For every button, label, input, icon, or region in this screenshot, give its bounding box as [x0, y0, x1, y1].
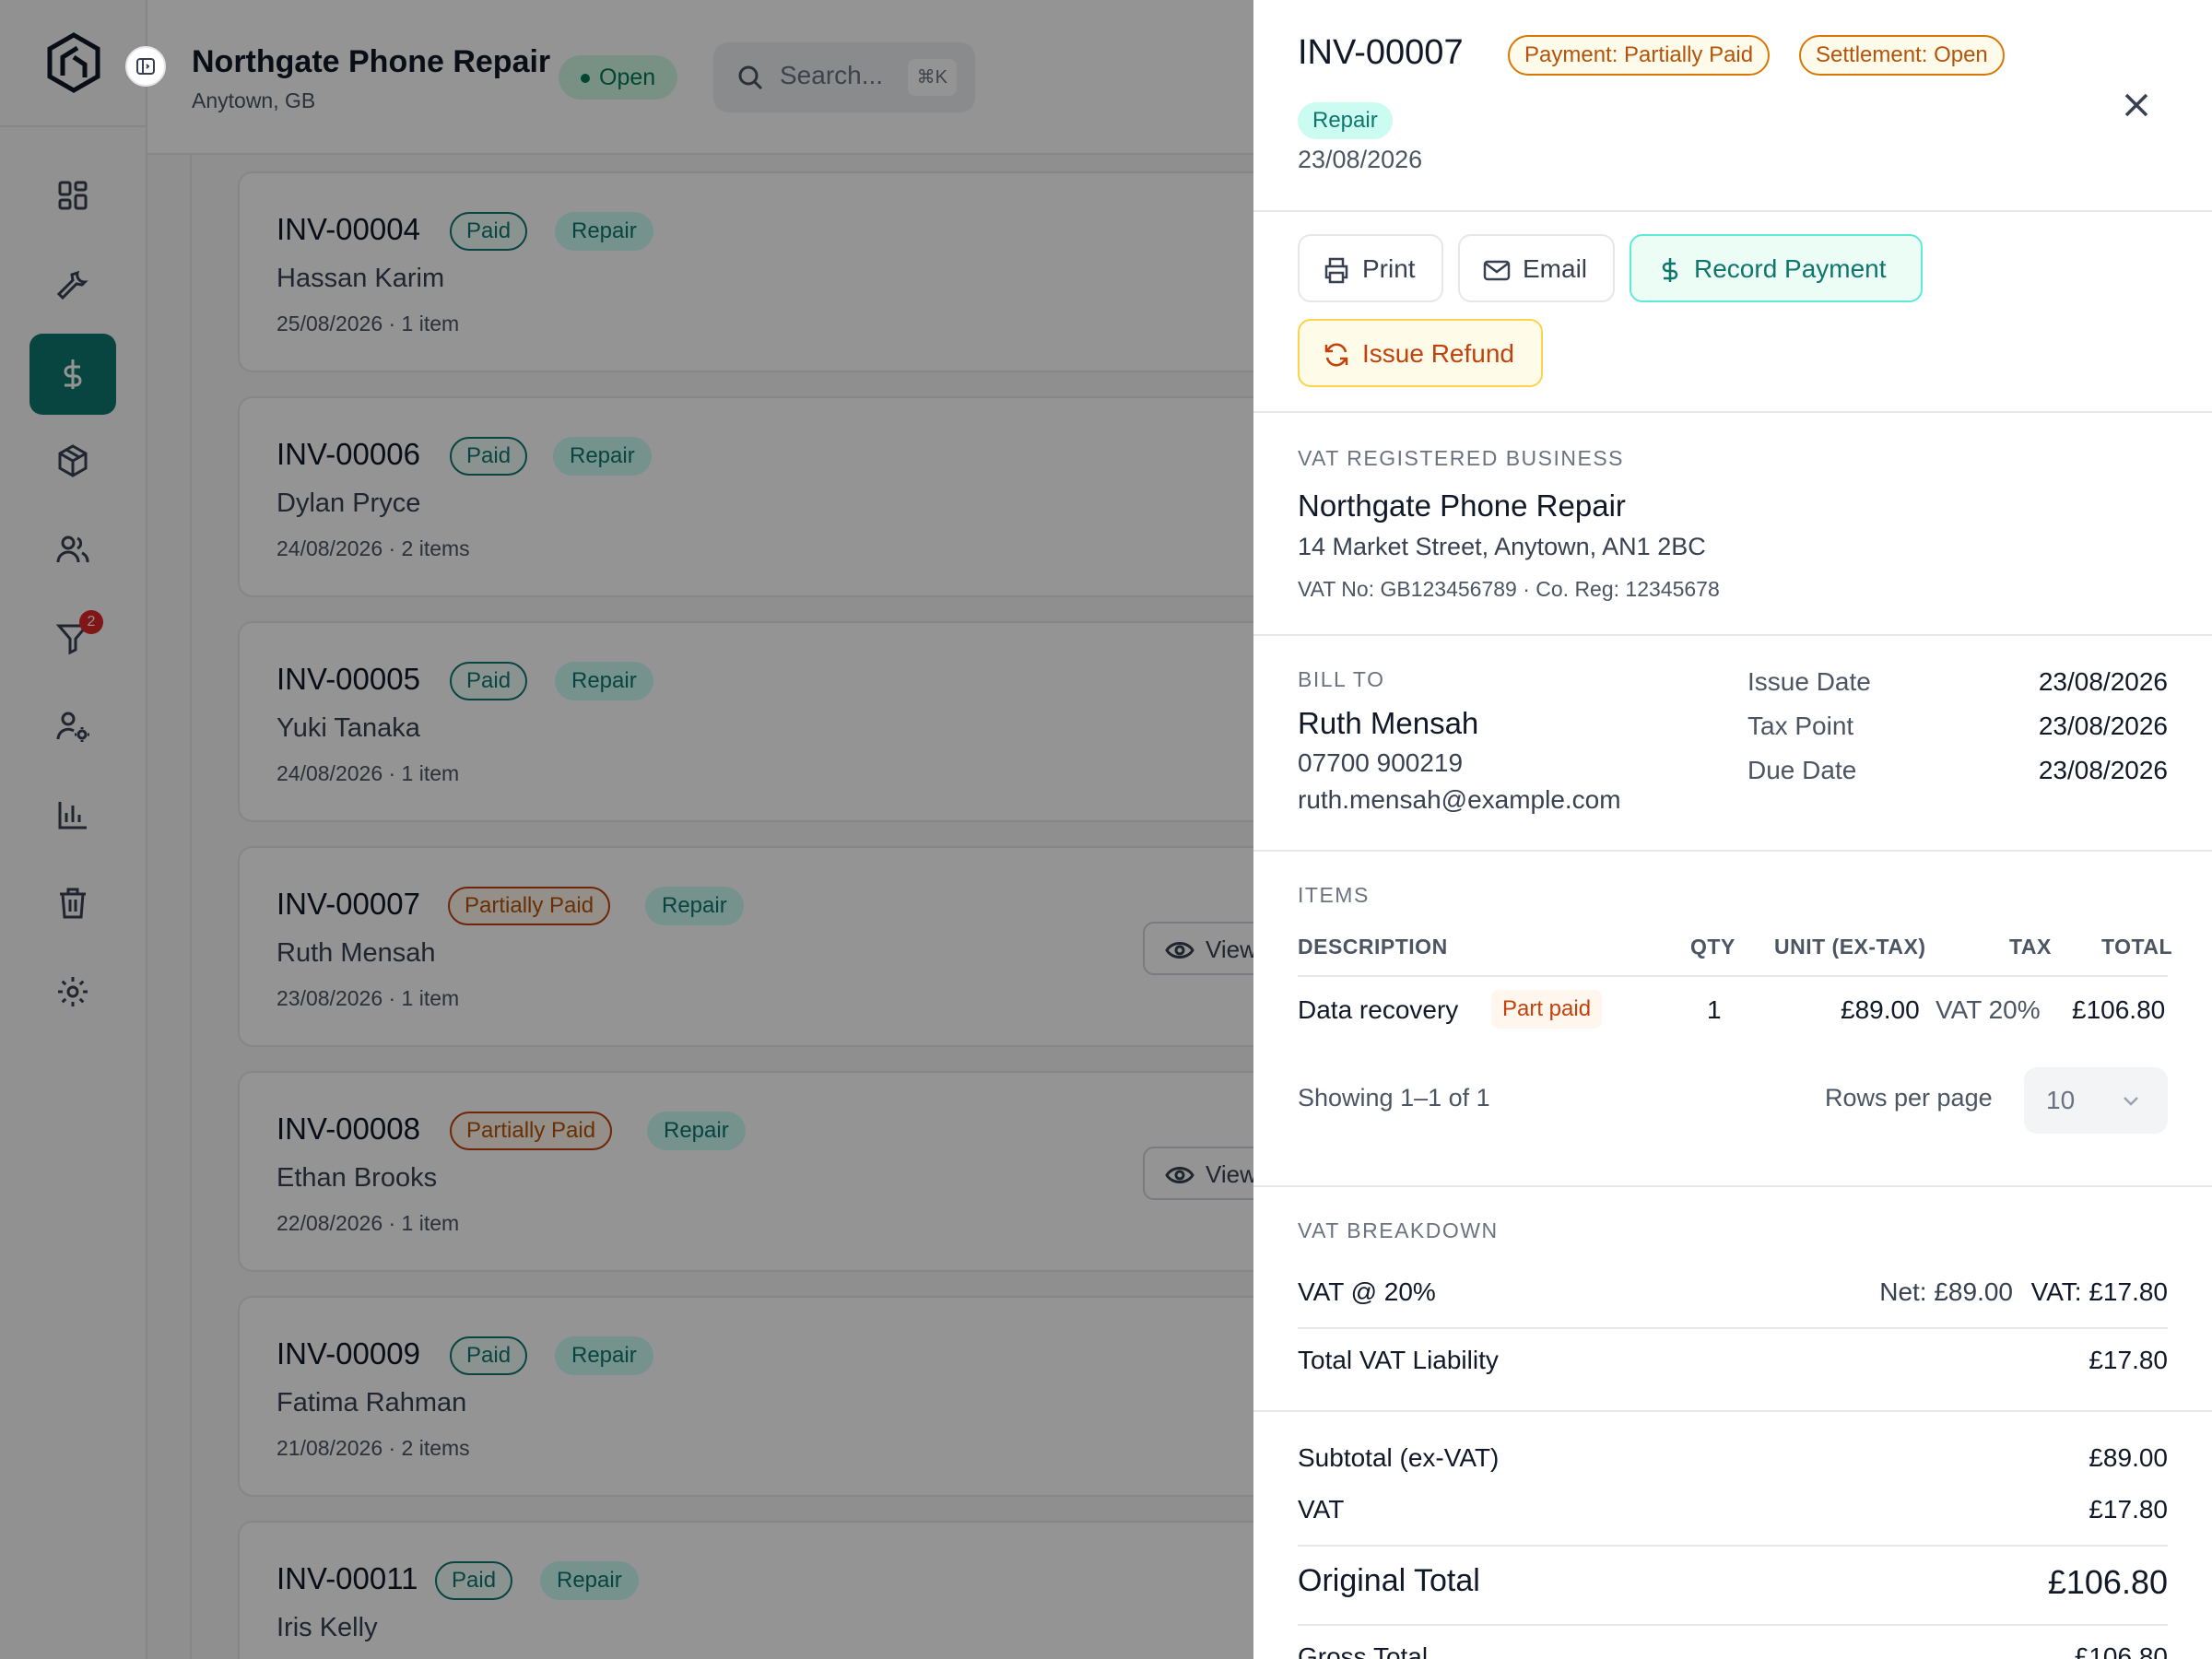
- divider: [1253, 634, 2212, 636]
- tax-point-label: Tax Point: [1747, 712, 1854, 740]
- chevron-down-icon: [2124, 1097, 2138, 1106]
- settlement-status-badge: Settlement: Open: [1799, 35, 2005, 76]
- business-section-label: VAT REGISTERED BUSINESS: [1298, 446, 1625, 470]
- mail-icon: [1483, 260, 1511, 281]
- divider: [1298, 1545, 2168, 1547]
- rows-per-page-select[interactable]: 10: [2024, 1067, 2168, 1134]
- dollar-icon: [1662, 258, 1678, 282]
- business-name: Northgate Phone Repair: [1298, 488, 1626, 523]
- issue-refund-label: Issue Refund: [1362, 339, 1514, 368]
- issue-date-label: Issue Date: [1747, 667, 1871, 696]
- divider: [1253, 850, 2212, 852]
- vat-net-amount: Net: £89.00: [1879, 1277, 2013, 1306]
- item-tax: VAT 20%: [1936, 995, 2041, 1024]
- invoice-title: INV-00007: [1298, 33, 1464, 72]
- vat-liability-value: £17.80: [2088, 1346, 2168, 1374]
- sidebar-collapse-button[interactable]: [125, 46, 166, 87]
- table-header-divider: [1298, 975, 2168, 977]
- vat-rate-label: VAT @ 20%: [1298, 1277, 1436, 1306]
- pagination-summary: Showing 1–1 of 1: [1298, 1084, 1490, 1112]
- subtotal-value: £89.00: [2088, 1443, 2168, 1472]
- payment-status-badge: Payment: Partially Paid: [1508, 35, 1771, 76]
- invoice-type-badge: Repair: [1298, 102, 1393, 139]
- invoice-detail-panel: INV-00007 Payment: Partially Paid Settle…: [1253, 0, 2212, 1659]
- column-header-qty: QTY: [1690, 935, 1735, 959]
- bill-to-label: BILL TO: [1298, 667, 1385, 691]
- vat-total-label: VAT: [1298, 1495, 1345, 1524]
- tax-point-value: 23/08/2026: [2038, 712, 2168, 740]
- issue-date-value: 23/08/2026: [2038, 667, 2168, 696]
- item-qty: 1: [1707, 995, 1722, 1024]
- vat-liability-label: Total VAT Liability: [1298, 1346, 1499, 1374]
- email-label: Email: [1523, 254, 1588, 283]
- record-payment-label: Record Payment: [1694, 254, 1887, 283]
- subtotal-label: Subtotal (ex-VAT): [1298, 1443, 1500, 1472]
- due-date-value: 23/08/2026: [2038, 756, 2168, 784]
- customer-email: ruth.mensah@example.com: [1298, 785, 1621, 814]
- vat-breakdown-label: VAT BREAKDOWN: [1298, 1218, 1499, 1242]
- close-icon[interactable]: [2118, 87, 2155, 124]
- business-address: 14 Market Street, Anytown, AN1 2BC: [1298, 533, 1706, 560]
- email-button[interactable]: Email: [1458, 234, 1615, 302]
- rows-per-page-label: Rows per page: [1825, 1084, 1993, 1112]
- item-unit-price: £89.00: [1841, 995, 1920, 1024]
- refresh-icon: [1324, 343, 1348, 367]
- divider: [1253, 1410, 2212, 1412]
- divider: [1253, 210, 2212, 212]
- print-label: Print: [1362, 254, 1416, 283]
- record-payment-button[interactable]: Record Payment: [1630, 234, 1923, 302]
- vat-amount: VAT: £17.80: [2030, 1277, 2168, 1306]
- customer-name: Ruth Mensah: [1298, 706, 1479, 740]
- divider: [1253, 411, 2212, 413]
- divider: [1298, 1327, 2168, 1329]
- divider: [1253, 1185, 2212, 1187]
- divider: [1298, 1624, 2168, 1626]
- issue-refund-button[interactable]: Issue Refund: [1298, 319, 1543, 387]
- gross-total-label: Gross Total: [1298, 1642, 1429, 1659]
- due-date-label: Due Date: [1747, 756, 1857, 784]
- print-button[interactable]: Print: [1298, 234, 1443, 302]
- original-total-label: Original Total: [1298, 1563, 1480, 1598]
- sidebar-toggle-icon: [136, 58, 155, 75]
- customer-phone: 07700 900219: [1298, 748, 1464, 777]
- item-status-badge: Part paid: [1491, 990, 1603, 1029]
- invoice-date: 23/08/2026: [1298, 146, 1423, 173]
- vat-total-value: £17.80: [2088, 1495, 2168, 1524]
- column-header-description: DESCRIPTION: [1298, 935, 1448, 959]
- gross-total-value: £106.80: [2074, 1642, 2168, 1659]
- column-header-total: TOTAL: [2101, 935, 2173, 959]
- column-header-tax: TAX: [2009, 935, 2052, 959]
- column-header-unit: UNIT (EX-TAX): [1774, 935, 1926, 959]
- original-total-value: £106.80: [2047, 1563, 2168, 1601]
- item-total: £106.80: [2072, 995, 2166, 1024]
- items-section-label: ITEMS: [1298, 883, 1370, 907]
- printer-icon: [1324, 257, 1348, 284]
- business-vat-number: VAT No: GB123456789 · Co. Reg: 12345678: [1298, 577, 1720, 601]
- item-description: Data recovery: [1298, 995, 1459, 1024]
- rows-per-page-value: 10: [2046, 1086, 2076, 1114]
